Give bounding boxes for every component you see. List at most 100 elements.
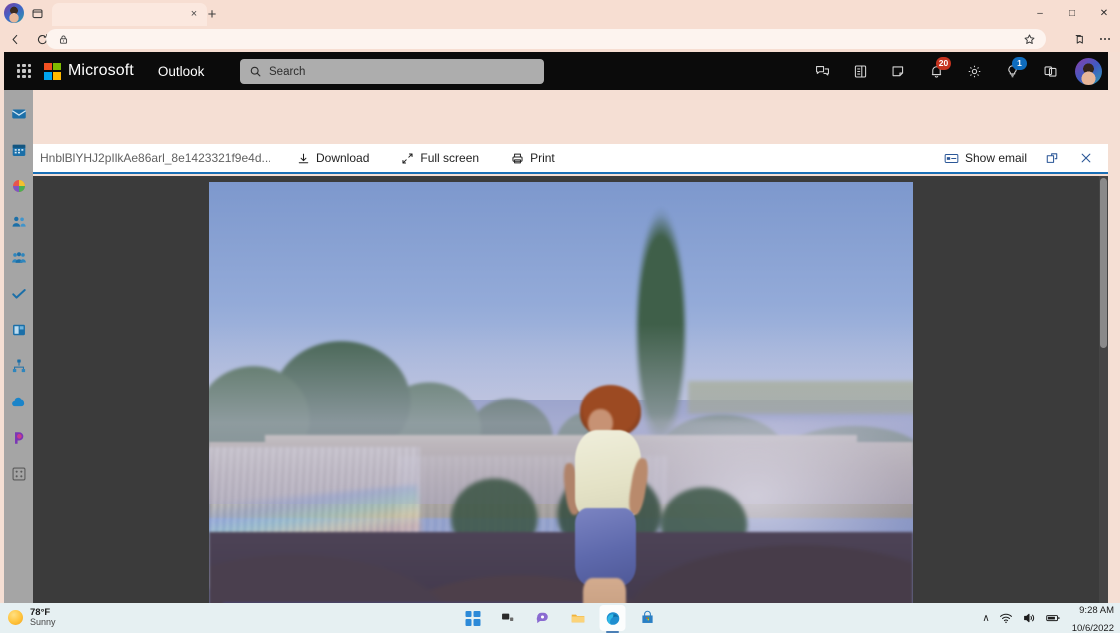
more-ellipsis-icon[interactable] xyxy=(1092,28,1118,50)
sidebar-item-people[interactable] xyxy=(4,204,33,240)
browser-toolbar xyxy=(0,26,1120,52)
file-explorer-button[interactable] xyxy=(565,605,591,631)
task-view-button[interactable] xyxy=(495,605,521,631)
wifi-icon[interactable] xyxy=(999,611,1013,625)
volume-icon[interactable] xyxy=(1022,611,1036,625)
calendar-icon xyxy=(12,144,25,156)
sidebar-item-calendar[interactable] xyxy=(4,132,33,168)
viewer-scrollbar-thumb[interactable] xyxy=(1100,178,1107,348)
tray-chevron-icon[interactable]: ∧ xyxy=(982,613,989,624)
notifications-bell-icon[interactable]: 20 xyxy=(917,52,955,90)
weather-condition: Sunny xyxy=(30,617,56,628)
tips-lightbulb-icon[interactable]: 1 xyxy=(993,52,1031,90)
tab-strip: × + – □ ✕ xyxy=(0,0,1120,26)
tips-badge: 1 xyxy=(1012,57,1027,70)
photo-person-pants xyxy=(575,507,637,586)
tab-close-icon[interactable]: × xyxy=(186,7,202,23)
search-icon xyxy=(250,66,261,77)
sidebar-item-files[interactable] xyxy=(4,312,33,348)
tab-search-icon[interactable] xyxy=(28,4,47,23)
show-email-button[interactable]: Show email xyxy=(939,147,1032,169)
show-email-icon xyxy=(944,153,959,163)
browser-toolbar-right xyxy=(1066,28,1118,50)
window-close-button[interactable]: ✕ xyxy=(1088,0,1120,26)
people-icon xyxy=(12,216,26,227)
download-label: Download xyxy=(316,151,370,165)
print-button[interactable]: Print xyxy=(506,147,560,169)
onedrive-cloud-icon xyxy=(11,397,24,407)
web-page: Microsoft Outlook Search 20 1 HnblBlYHJ2… xyxy=(0,52,1120,633)
microsoft-wordmark: Microsoft xyxy=(68,62,134,79)
sidebar-item-visio[interactable] xyxy=(4,348,33,384)
collections-icon[interactable] xyxy=(1066,28,1092,50)
battery-icon[interactable] xyxy=(1045,611,1061,625)
browser-tab[interactable]: × xyxy=(52,3,207,26)
windows-logo-icon xyxy=(465,610,480,626)
app-title: Outlook xyxy=(157,63,205,79)
outlook-header: Microsoft Outlook Search 20 1 xyxy=(4,52,1108,90)
copilot-icon xyxy=(14,432,23,444)
folder-icon xyxy=(571,614,584,622)
mail-icon xyxy=(11,109,26,119)
screen: × + – □ ✕ Microsoft Outlook Search 20 1 … xyxy=(0,0,1120,633)
store-button[interactable] xyxy=(635,605,661,631)
edge-button[interactable] xyxy=(599,605,626,631)
start-button[interactable] xyxy=(460,605,486,631)
address-bar[interactable] xyxy=(46,29,1046,49)
close-attachment-icon[interactable] xyxy=(1072,146,1100,170)
attachment-toolbar: HnblBlYHJ2pIlkAe86arl_8e1423321f9e4d... … xyxy=(33,144,1108,174)
window-controls: – □ ✕ xyxy=(1024,0,1120,26)
window-maximize-button[interactable]: □ xyxy=(1056,0,1088,26)
fullscreen-button[interactable]: Full screen xyxy=(396,147,484,169)
more-apps-grid-icon xyxy=(12,467,25,481)
settings-gear-icon[interactable] xyxy=(955,52,993,90)
microsoft-squares-icon xyxy=(44,62,61,80)
download-button[interactable]: Download xyxy=(292,147,374,169)
app-launcher-icon[interactable] xyxy=(4,52,44,90)
attachment-photo[interactable] xyxy=(209,182,913,633)
microsoft-logo[interactable]: Microsoft xyxy=(44,62,134,80)
viewer-scrollbar[interactable] xyxy=(1099,176,1108,633)
sun-icon xyxy=(8,610,23,626)
chat-button[interactable] xyxy=(530,605,556,631)
windows-taskbar: 78°F Sunny ∧ 9:28 AM 10/6/2022 xyxy=(0,603,1120,633)
attachment-viewer xyxy=(33,176,1108,633)
onenote-feed-icon[interactable] xyxy=(841,52,879,90)
sidebar-item-groups[interactable] xyxy=(4,240,33,276)
clock-time: 9:28 AM xyxy=(1079,604,1114,616)
photo-person xyxy=(540,385,667,633)
clock-date: 10/6/2022 xyxy=(1071,623,1114,633)
browser-chrome: × + – □ ✕ xyxy=(0,0,1120,52)
sidebar-item-viva[interactable] xyxy=(4,168,33,204)
chat-icon xyxy=(536,612,548,624)
taskbar-clock[interactable]: 9:28 AM 10/6/2022 xyxy=(1072,600,1114,633)
window-minimize-button[interactable]: – xyxy=(1024,0,1056,26)
attachment-toolbar-right: Show email xyxy=(925,146,1100,170)
files-icon xyxy=(12,324,25,336)
weather-widget[interactable]: 78°F Sunny xyxy=(8,607,56,628)
sidebar-item-todo[interactable] xyxy=(4,276,33,312)
viva-icon xyxy=(12,180,25,192)
open-in-new-window-icon[interactable] xyxy=(1038,146,1066,170)
sidebar-item-onedrive[interactable] xyxy=(4,384,33,420)
site-lock-icon xyxy=(54,34,72,45)
sidebar-item-copilot[interactable] xyxy=(4,420,33,456)
fullscreen-icon xyxy=(402,152,413,164)
teams-chat-icon[interactable] xyxy=(803,52,841,90)
note-edit-icon[interactable] xyxy=(879,52,917,90)
print-icon xyxy=(512,153,523,163)
profile-avatar-icon[interactable] xyxy=(4,3,24,23)
new-tab-button[interactable]: + xyxy=(202,4,222,24)
search-input[interactable]: Search xyxy=(240,59,544,84)
sidebar-item-mail[interactable] xyxy=(4,96,33,132)
search-placeholder: Search xyxy=(269,65,306,78)
help-apps-icon[interactable] xyxy=(1031,52,1069,90)
star-icon[interactable] xyxy=(1020,33,1038,46)
back-arrow-icon[interactable] xyxy=(3,28,27,50)
system-tray: ∧ 9:28 AM 10/6/2022 xyxy=(982,600,1114,633)
outlook-header-actions: 20 1 xyxy=(803,52,1102,90)
user-avatar[interactable] xyxy=(1075,57,1102,85)
sidebar-item-more-apps[interactable] xyxy=(4,456,33,492)
groups-icon xyxy=(11,252,26,263)
edge-icon xyxy=(606,611,619,625)
